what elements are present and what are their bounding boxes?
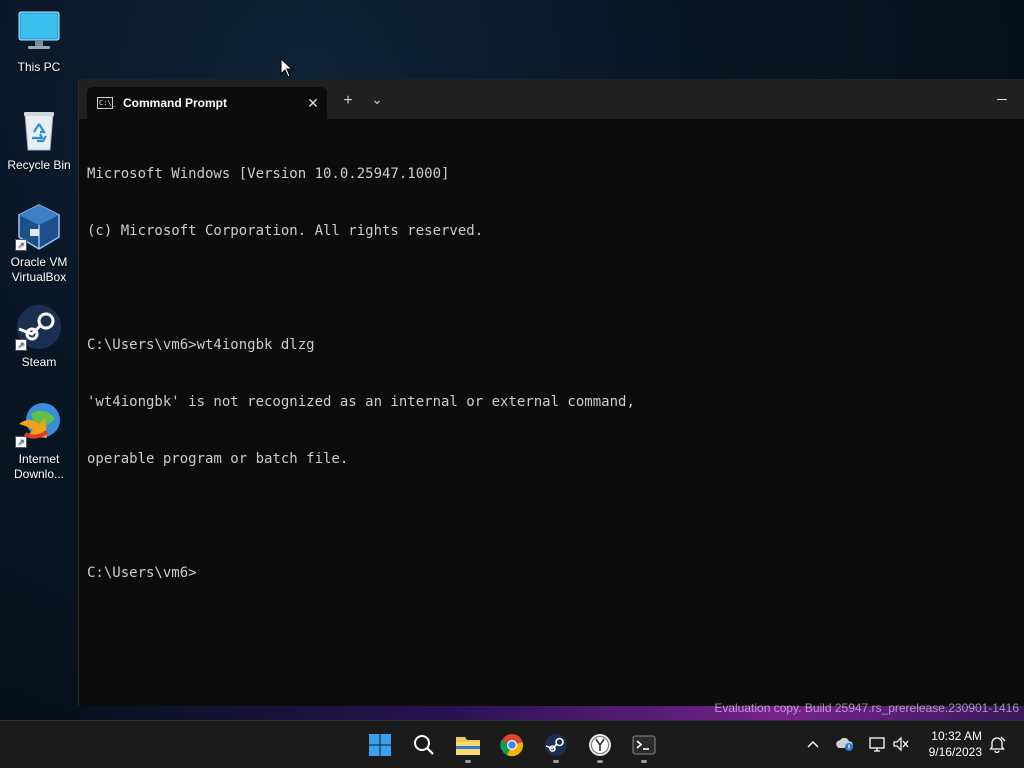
running-indicator [553, 760, 559, 763]
command-prompt-icon: C:\_ [97, 97, 116, 109]
taskbar-file-explorer[interactable] [448, 725, 488, 765]
network-icon [869, 737, 885, 752]
desktop-icon-label: Steam [21, 355, 57, 369]
taskbar: 10:32 AM 9/16/2023 [0, 720, 1024, 768]
taskbar-chrome[interactable] [492, 725, 532, 765]
running-indicator [641, 760, 647, 763]
steam-icon: ↗ [15, 303, 63, 351]
virtualbox-icon: ↗ [15, 203, 63, 251]
taskbar-steam[interactable] [536, 725, 576, 765]
shortcut-arrow-icon: ↗ [15, 436, 27, 448]
chevron-up-icon [807, 741, 819, 748]
start-button[interactable] [360, 725, 400, 765]
desktop-icon-recycle-bin[interactable]: Recycle Bin [4, 106, 74, 173]
terminal-icon [632, 735, 656, 755]
console-line: operable program or batch file. [87, 451, 349, 467]
minimize-icon [997, 98, 1007, 100]
terminal-window: C:\_ Command Prompt ✕ + ⌄ Microsoft Wind… [78, 79, 1024, 706]
title-bar[interactable]: C:\_ Command Prompt ✕ + ⌄ [79, 79, 1024, 119]
clock-app-icon [589, 734, 611, 756]
steam-icon [545, 734, 567, 756]
onedrive-icon [836, 737, 853, 751]
taskbar-clock-app[interactable] [580, 725, 620, 765]
console-line: (c) Microsoft Corporation. All rights re… [87, 223, 484, 239]
minimize-button[interactable] [979, 79, 1024, 119]
show-hidden-icons-button[interactable] [802, 733, 824, 755]
taskbar-terminal[interactable] [624, 725, 664, 765]
console-output[interactable]: Microsoft Windows [Version 10.0.25947.10… [87, 127, 1016, 698]
notification-center-button[interactable] [986, 733, 1008, 755]
desktop-icon-steam[interactable]: ↗ Steam [4, 303, 74, 370]
tray-volume[interactable] [890, 733, 912, 755]
evaluation-watermark: Evaluation copy. Build 25947.rs_prerelea… [714, 701, 1019, 715]
desktop-icon-label: This PC [17, 60, 61, 74]
search-icon [414, 735, 434, 755]
windows-logo-icon [369, 734, 391, 756]
tray-network[interactable] [866, 733, 888, 755]
shortcut-arrow-icon: ↗ [15, 339, 27, 351]
file-explorer-icon [456, 737, 480, 755]
desktop-icon-internet-download-manager[interactable]: ↗ Internet Downlo... [4, 400, 74, 482]
search-button[interactable] [404, 725, 444, 765]
clock-date: 9/16/2023 [928, 745, 982, 759]
desktop-icon-label: Recycle Bin [7, 158, 71, 172]
tray-onedrive[interactable] [834, 733, 856, 755]
chrome-icon [500, 734, 523, 757]
running-indicator [597, 760, 603, 763]
console-prompt-line: C:\Users\vm6> [87, 565, 197, 581]
volume-muted-icon [893, 736, 909, 752]
console-line: 'wt4iongbk' is not recognized as an inte… [87, 394, 635, 410]
recycle-bin-icon [15, 106, 63, 154]
shortcut-arrow-icon: ↗ [15, 239, 27, 251]
console-line: Microsoft Windows [Version 10.0.25947.10… [87, 166, 450, 182]
taskbar-clock[interactable]: 10:32 AM 9/16/2023 [912, 728, 982, 760]
tab-dropdown-button[interactable]: ⌄ [363, 89, 391, 113]
tab-title: Command Prompt [123, 96, 228, 110]
new-tab-button[interactable]: + [334, 89, 362, 113]
internet-download-manager-icon: ↗ [15, 400, 63, 448]
notification-icon [989, 736, 1006, 753]
running-indicator [465, 760, 471, 763]
desktop-icon-this-pc[interactable]: This PC [4, 8, 74, 75]
console-line: C:\Users\vm6>wt4iongbk dlzg [87, 337, 315, 353]
tab-command-prompt[interactable]: C:\_ Command Prompt ✕ [87, 87, 327, 119]
desktop-icon-label: Oracle VM VirtualBox [10, 255, 68, 284]
desktop-icon-label: Internet Downlo... [13, 452, 65, 481]
clock-time: 10:32 AM [931, 729, 982, 743]
close-tab-button[interactable]: ✕ [299, 95, 327, 112]
monitor-icon [15, 8, 63, 56]
desktop-icon-virtualbox[interactable]: ↗ Oracle VM VirtualBox [4, 203, 74, 285]
